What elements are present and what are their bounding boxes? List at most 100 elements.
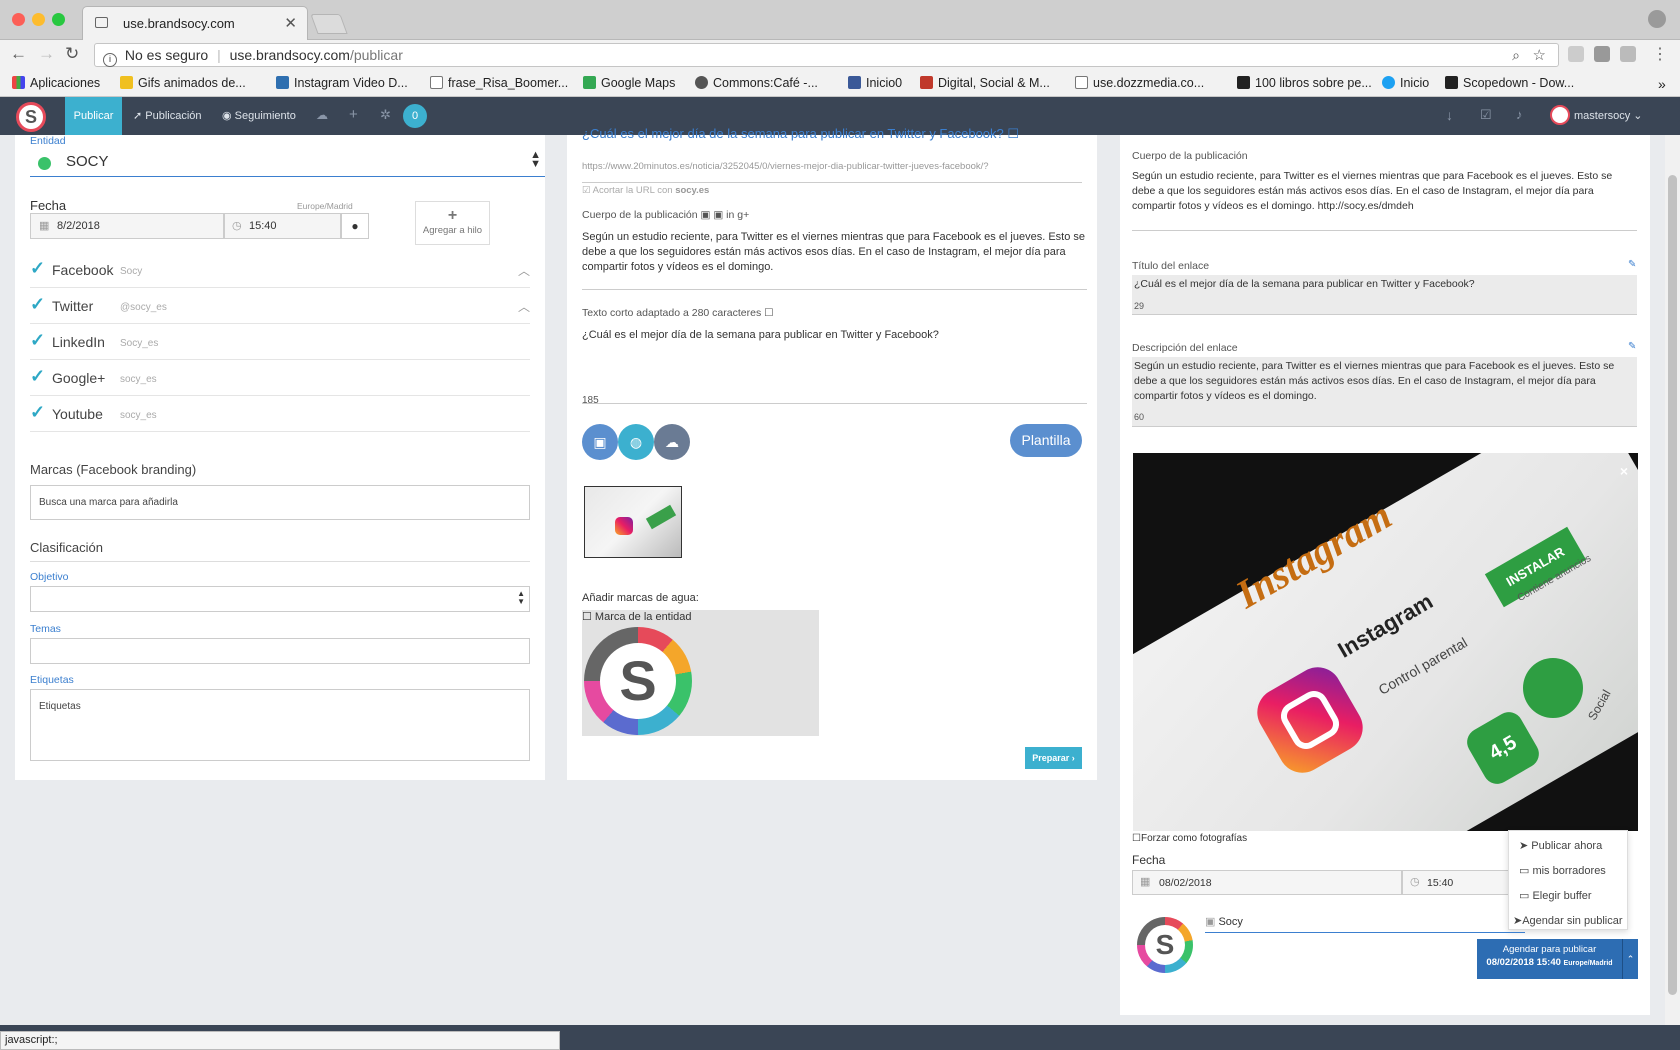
browser-tab-active[interactable]: use.brandsocy.com ✕ [82, 6, 308, 40]
chat-icon[interactable]: ☁ [316, 108, 328, 122]
edit-icon[interactable]: ☐ [1007, 126, 1019, 141]
edit-icon[interactable]: ✎ [1628, 341, 1636, 352]
nav-seguimiento[interactable]: ◉ Seguimiento [222, 109, 296, 122]
network-row-youtube[interactable]: ✓ Youtube socy_es [30, 396, 530, 432]
cuerpo-textarea[interactable]: Según un estudio reciente, para Twitter … [582, 230, 1087, 290]
info-icon[interactable]: i [103, 53, 117, 67]
corto-textarea[interactable]: ¿Cuál es el mejor día de la semana para … [582, 328, 1087, 404]
more-bookmarks-icon[interactable]: » [1658, 76, 1666, 92]
image-upload-button[interactable]: ▣ [582, 424, 618, 460]
bookmark-item[interactable]: Google Maps [583, 76, 675, 90]
preparar-button[interactable]: Preparar › [1025, 747, 1082, 769]
reload-icon[interactable]: ↻ [65, 44, 79, 64]
new-tab-button[interactable] [310, 14, 348, 34]
date-input[interactable]: ▦ 8/2/2018 [30, 213, 224, 239]
agregar-hilo-button[interactable]: + Agregar a hilo [415, 201, 490, 245]
titulo-field[interactable]: ¿Cuál es el mejor día de la semana para … [1132, 275, 1637, 315]
web-button[interactable]: ◍ [618, 424, 654, 460]
bookmark-item[interactable]: 100 libros sobre pe... [1237, 76, 1372, 90]
bookmark-item[interactable]: Instagram Video D... [276, 76, 408, 90]
check-icon: ✓ [30, 294, 46, 314]
marcas-search-input[interactable]: Busca una marca para añadirla [30, 485, 530, 520]
schedule-button[interactable]: Agendar para publicar 08/02/2018 15:40 E… [1477, 939, 1622, 979]
shorten-url-checkbox[interactable]: ☑ Acortar la URL con socy.es [582, 185, 709, 196]
network-row-facebook[interactable]: ✓ Facebook Socy ︿ [30, 252, 530, 288]
temas-input[interactable] [30, 638, 530, 664]
facebook-icon [848, 76, 861, 89]
download-arrow-icon[interactable]: ↓ [1446, 107, 1453, 123]
bell-icon[interactable]: ♪ [1516, 107, 1523, 122]
maximize-window-button[interactable] [52, 13, 65, 26]
user-menu[interactable]: mastersocy ⌄ [1550, 105, 1643, 125]
network-row-googleplus[interactable]: ✓ Google+ socy_es [30, 360, 530, 396]
notification-badge[interactable]: 0 [403, 104, 427, 128]
desc-field[interactable]: Según un estudio reciente, para Twitter … [1132, 357, 1637, 427]
nav-publicacion[interactable]: ➚ Publicación [133, 109, 202, 122]
entidad-select[interactable]: SOCY ▲ ▼ [30, 147, 545, 177]
medium-icon [1237, 76, 1250, 89]
bookmarks-bar: Aplicaciones Gifs animados de... Instagr… [0, 70, 1680, 97]
forward-icon[interactable]: → [38, 44, 55, 64]
edit-icon[interactable]: ✎ [1628, 259, 1636, 270]
cloud-button[interactable]: ☁ [654, 424, 690, 460]
bookmark-item[interactable]: use.dozzmedia.co... [1075, 76, 1204, 90]
menu-icon[interactable]: ⋮ [1652, 44, 1668, 64]
entidad-label: Entidad [30, 135, 66, 147]
maps-icon [583, 76, 596, 89]
bookmark-item[interactable]: Commons:Café -... [695, 76, 818, 90]
profile-icon[interactable] [1648, 10, 1666, 28]
objetivo-select[interactable]: ▲ ▼ [30, 586, 530, 612]
wikimedia-icon [695, 76, 708, 89]
calendar-icon: ▦ [1140, 876, 1151, 888]
nav-publicar[interactable]: Publicar [65, 97, 122, 135]
network-row-twitter[interactable]: ✓ Twitter @socy_es ︿ [30, 288, 530, 324]
etiquetas-input[interactable]: Etiquetas [30, 689, 530, 761]
app-logo[interactable]: S [16, 102, 46, 132]
bookmark-star-icon[interactable]: ☆ [1533, 46, 1546, 64]
image-thumbnail[interactable] [584, 486, 682, 558]
checklist-icon[interactable]: ☑ [1480, 107, 1492, 123]
menu-item-borradores[interactable]: ▭ mis borradores [1519, 864, 1606, 877]
forzar-checkbox[interactable]: ☐Forzar como fotografías [1132, 833, 1247, 844]
extension-c-icon[interactable] [1620, 46, 1636, 62]
scrollbar-track[interactable] [1665, 135, 1680, 1025]
account-selector[interactable]: ▣ Socy [1205, 915, 1525, 933]
bookmark-item[interactable]: Scopedown - Dow... [1445, 76, 1574, 90]
zoom-icon[interactable]: ⌕ [1512, 47, 1520, 64]
scrollbar-thumb[interactable] [1668, 175, 1677, 995]
plantilla-button[interactable]: Plantilla [1010, 424, 1082, 457]
bookmark-item[interactable]: frase_Risa_Boomer... [430, 76, 568, 90]
date-input[interactable]: ▦ 08/02/2018 [1132, 870, 1402, 895]
close-tab-icon[interactable]: ✕ [284, 14, 297, 32]
bookmark-item[interactable]: Inicio [1382, 76, 1429, 90]
close-image-icon[interactable]: × [1620, 463, 1628, 479]
extension-dog-icon[interactable] [1594, 46, 1610, 62]
check-icon: ✓ [30, 330, 46, 350]
schedule-dropdown-toggle[interactable]: ⌃ [1622, 939, 1638, 979]
chevron-up-icon[interactable]: ︿ [518, 298, 530, 315]
extension-cloud-icon[interactable] [1568, 46, 1584, 62]
bookmark-item[interactable]: Digital, Social & M... [920, 76, 1050, 90]
plus-icon[interactable]: + [349, 106, 358, 123]
bookmark-item[interactable]: Gifs animados de... [120, 76, 246, 90]
close-window-button[interactable] [12, 13, 25, 26]
link-title[interactable]: ¿Cuál es el mejor día de la semana para … [582, 126, 1019, 142]
globe-button[interactable]: ● [341, 213, 369, 239]
gear-icon[interactable]: ✲ [380, 107, 391, 123]
back-icon[interactable]: ← [10, 44, 27, 64]
corto-label: Texto corto adaptado a 280 caracteres ☐ [582, 307, 774, 319]
bookmark-item[interactable]: Inicio0 [848, 76, 902, 90]
chevron-up-icon[interactable]: ︿ [518, 262, 530, 279]
globe-icon: ● [351, 219, 359, 233]
url-input[interactable]: https://www.20minutos.es/noticia/3252045… [582, 161, 1082, 183]
minimize-window-button[interactable] [32, 13, 45, 26]
address-bar[interactable]: i No es seguro | use.brandsocy.com/publi… [94, 43, 1559, 67]
menu-item-agendar-sin-publicar[interactable]: ➤Agendar sin publicar [1513, 914, 1623, 927]
marca-entidad-checkbox[interactable]: ☐ Marca de la entidad [582, 610, 692, 623]
network-row-linkedin[interactable]: ✓ LinkedIn Socy_es [30, 324, 530, 360]
menu-item-publicar-ahora[interactable]: ➤ Publicar ahora [1519, 839, 1602, 852]
menu-item-buffer[interactable]: ▭ Elegir buffer [1519, 889, 1592, 902]
bookmark-item[interactable]: Aplicaciones [12, 76, 100, 90]
time-input[interactable]: ◷ 15:40 [1402, 870, 1510, 895]
time-input[interactable]: ◷ 15:40 [224, 213, 341, 239]
